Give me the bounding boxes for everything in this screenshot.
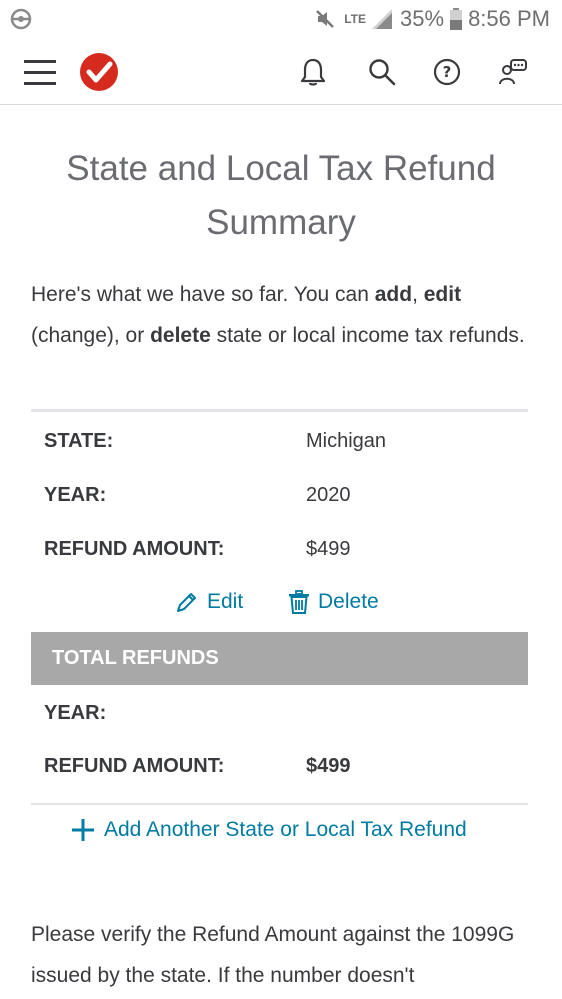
search-icon (369, 59, 396, 86)
total-amount-label: REFUND AMOUNT: (44, 755, 225, 777)
intro-comma: , (412, 283, 424, 306)
menu-button[interactable] (20, 52, 60, 92)
search-button[interactable] (362, 52, 402, 92)
verify-note: Please verify the Refund Amount against … (31, 923, 515, 987)
year-label: YEAR: (44, 484, 107, 506)
delete-button[interactable]: Delete (288, 590, 379, 614)
turbotax-logo (79, 52, 119, 92)
chat-icon (499, 59, 527, 85)
intro-delete: delete (150, 324, 211, 347)
app-header: ? (0, 38, 562, 105)
signal-icon (372, 9, 394, 29)
notifications-button[interactable] (293, 52, 333, 92)
refund-amount-label: REFUND AMOUNT: (44, 538, 225, 560)
plus-icon (72, 819, 94, 841)
intro-text: Here's what we have so far. You can add,… (31, 274, 531, 356)
intro-edit: edit (423, 283, 462, 306)
total-year-label: YEAR: (44, 702, 107, 724)
page-title-line1: State and Local Tax Refund (66, 149, 496, 188)
state-value: Michigan (306, 430, 387, 452)
chat-button[interactable] (493, 52, 533, 92)
total-amount-value: $499 (306, 755, 351, 777)
intro-part2: (change), or (31, 324, 151, 347)
add-another-refund-link[interactable]: Add Another State or Local Tax Refund (72, 818, 467, 842)
intro-part1: Here's what we have so far. You can (31, 283, 375, 306)
help-icon: ? (433, 58, 461, 86)
network-type: LTE (344, 12, 367, 26)
trash-icon (289, 590, 309, 614)
year-value: 2020 (306, 484, 351, 506)
divider (31, 803, 528, 805)
checkmark-logo-icon (80, 53, 118, 91)
delete-label: Delete (318, 590, 379, 613)
intro-add: add (374, 283, 413, 306)
clock: 8:56 PM (468, 6, 550, 31)
total-refunds-title: TOTAL REFUNDS (52, 647, 219, 669)
divider (31, 409, 528, 412)
battery-icon (450, 8, 463, 30)
intro-part3: state or local income tax refunds. (210, 324, 525, 347)
menu-icon (24, 60, 56, 85)
status-bar: LTE 35% 8:56 PM (0, 0, 562, 38)
total-refunds-header: TOTAL REFUNDS (31, 632, 528, 685)
status-icons: LTE 35% 8:56 PM (314, 6, 550, 32)
page-title-line2: Summary (206, 203, 356, 242)
state-label: STATE: (44, 430, 114, 452)
bell-icon (300, 58, 326, 86)
edit-button[interactable]: Edit (175, 590, 243, 614)
help-button[interactable]: ? (427, 52, 467, 92)
mute-icon (314, 8, 336, 30)
svg-text:?: ? (443, 63, 452, 81)
sync-icon (10, 8, 32, 30)
edit-label: Edit (207, 590, 244, 613)
pencil-icon (177, 593, 196, 612)
battery-percent: 35% (400, 6, 445, 31)
add-link-label: Add Another State or Local Tax Refund (104, 818, 467, 841)
page-title: State and Local Tax Refund Summary (30, 142, 532, 250)
refund-amount-value: $499 (306, 538, 351, 560)
